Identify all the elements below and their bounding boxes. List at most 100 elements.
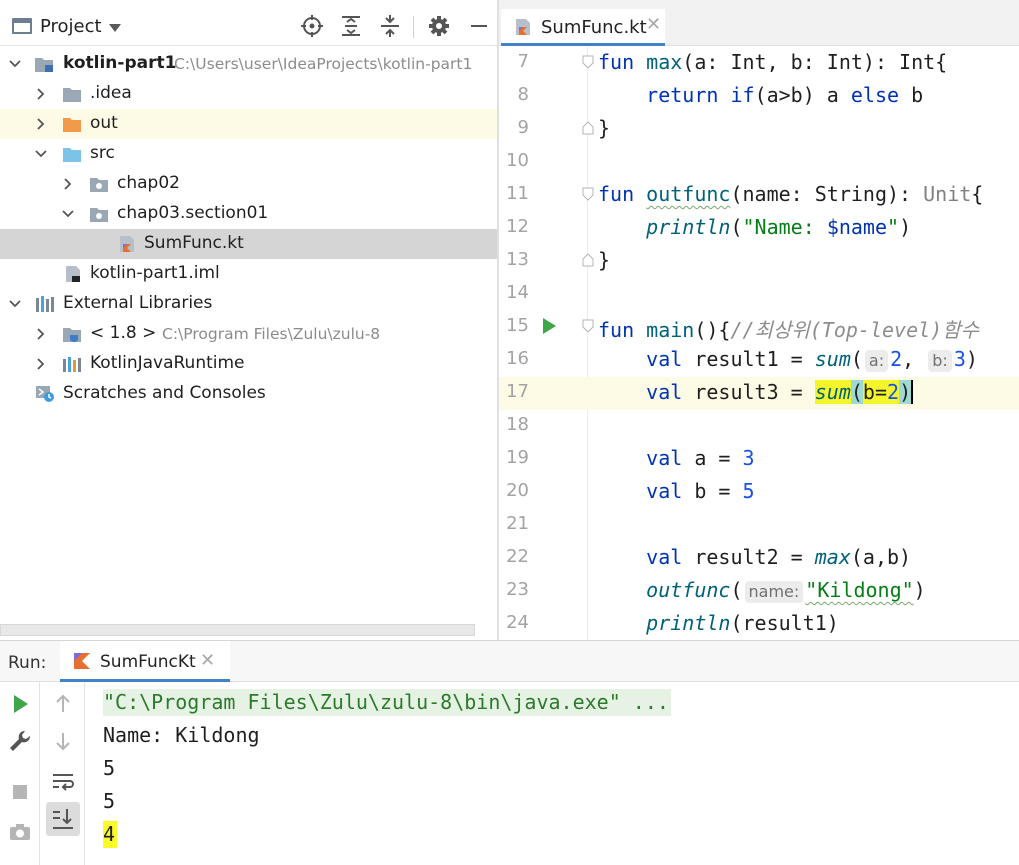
run-toolbar-primary	[0, 682, 40, 865]
code-text: }	[598, 248, 611, 272]
tree-item-scratches[interactable]: Scratches and Consoles	[0, 379, 497, 409]
tab-label: SumFunc.kt	[541, 17, 647, 38]
tree-item-kotlin-part1[interactable]: kotlin-part1 C:\Users\user\IdeaProjects\…	[0, 49, 497, 79]
chevron-right-icon[interactable]	[33, 326, 49, 342]
code-line[interactable]: 18	[499, 410, 1019, 443]
arrow-down-icon[interactable]	[48, 726, 78, 756]
chevron-down-icon[interactable]	[7, 56, 23, 72]
code-line[interactable]: 19 val a = 3	[499, 443, 1019, 476]
line-number: 20	[506, 480, 529, 501]
line-number: 17	[506, 381, 529, 402]
line-number: 7	[517, 51, 529, 72]
tree-label: out	[90, 113, 118, 133]
project-title[interactable]: Project	[40, 16, 102, 37]
code-line[interactable]: 11 fun outfunc(name: String): Unit{	[499, 179, 1019, 212]
line-number: 14	[506, 282, 529, 303]
close-icon[interactable]: ✕	[200, 650, 215, 671]
code-line[interactable]: 12 println("Name: $name")	[499, 212, 1019, 245]
close-icon[interactable]: ✕	[646, 14, 661, 35]
tree-label: < 1.8 >	[90, 323, 157, 343]
line-number: 9	[517, 117, 529, 138]
line-number: 24	[506, 612, 529, 633]
editor-tab-sumfunc[interactable]: SumFunc.kt ✕	[501, 9, 665, 46]
code-line[interactable]: 14	[499, 278, 1019, 311]
code-text: val result3 = sum(b=2)	[646, 380, 914, 404]
code-text: println(result1)	[646, 611, 839, 635]
minimize-icon[interactable]	[467, 14, 491, 38]
code-line-current[interactable]: 17 val result3 = sum(b=2)	[499, 377, 1019, 410]
code-line[interactable]: 8 return if(a>b) a else b	[499, 80, 1019, 113]
camera-icon[interactable]	[5, 817, 35, 847]
console-line: "C:\Program Files\Zulu\zulu-8\bin\java.e…	[103, 686, 671, 719]
line-number: 10	[506, 150, 529, 171]
chevron-right-icon[interactable]	[33, 86, 49, 102]
code-line[interactable]: 9 }	[499, 113, 1019, 146]
console-output[interactable]: "C:\Program Files\Zulu\zulu-8\bin\java.e…	[103, 686, 671, 851]
horizontal-scrollbar[interactable]	[0, 624, 475, 636]
tree-label: SumFunc.kt	[144, 233, 244, 253]
code-line[interactable]: 10	[499, 146, 1019, 179]
module-folder-icon	[34, 55, 54, 73]
soft-wrap-icon[interactable]	[48, 766, 78, 796]
tree-item-kotlin-java-runtime[interactable]: KotlinJavaRuntime	[0, 349, 497, 379]
header-divider	[413, 16, 414, 38]
run-gutter-icon[interactable]	[543, 318, 556, 334]
fold-icon[interactable]	[581, 186, 595, 202]
code-line[interactable]: 21	[499, 509, 1019, 542]
run-tab-sumfunckt[interactable]: SumFuncKt ✕	[60, 641, 230, 682]
code-text: fun max(a: Int, b: Int): Int{	[598, 50, 948, 74]
code-line[interactable]: 7 fun max(a: Int, b: Int): Int{	[499, 47, 1019, 80]
code-line[interactable]: 16 val result1 = sum(a: 2, b: 3)	[499, 344, 1019, 377]
package-icon	[89, 175, 109, 193]
code-text: fun main(){//최상위(Top-level)함수	[598, 318, 980, 342]
chevron-down-icon[interactable]	[7, 296, 23, 312]
gear-icon[interactable]	[427, 14, 451, 38]
chevron-down-icon[interactable]	[33, 146, 49, 162]
tree-item-src[interactable]: src	[0, 139, 497, 169]
fold-icon[interactable]	[581, 252, 595, 268]
line-number: 19	[506, 447, 529, 468]
line-number: 15	[506, 315, 529, 336]
chevron-right-icon[interactable]	[33, 116, 49, 132]
console-line: Name: Kildong	[103, 723, 260, 747]
kotlin-file-icon	[117, 235, 137, 253]
code-line[interactable]: 20 val b = 5	[499, 476, 1019, 509]
scratches-icon	[35, 385, 55, 403]
tree-label: Scratches and Consoles	[63, 383, 266, 403]
kotlin-file-icon	[513, 17, 533, 42]
expand-all-icon[interactable]	[339, 14, 363, 38]
tree-item-external-libraries[interactable]: External Libraries	[0, 289, 497, 319]
code-line[interactable]: 23 outfunc(name: "Kildong")	[499, 575, 1019, 608]
chevron-right-icon[interactable]	[33, 356, 49, 372]
code-line[interactable]: 13 }	[499, 245, 1019, 278]
tree-item-chap02[interactable]: chap02	[0, 169, 497, 199]
wrench-icon[interactable]	[5, 726, 35, 756]
fold-icon[interactable]	[581, 54, 595, 70]
fold-icon[interactable]	[581, 120, 595, 136]
code-line[interactable]: 24 println(result1)	[499, 608, 1019, 640]
tree-item-idea[interactable]: .idea	[0, 79, 497, 109]
collapse-all-icon[interactable]	[378, 14, 402, 38]
arrow-up-icon[interactable]	[48, 689, 78, 719]
tree-label: kotlin-part1	[63, 53, 177, 73]
code-line[interactable]: 22 val result2 = max(a,b)	[499, 542, 1019, 575]
chevron-down-icon[interactable]	[60, 206, 76, 222]
stop-icon[interactable]	[5, 777, 35, 807]
tree-item-jdk[interactable]: < 1.8 > C:\Program Files\Zulu\zulu-8	[0, 319, 497, 349]
locate-icon[interactable]	[300, 14, 324, 38]
chevron-right-icon[interactable]	[60, 176, 76, 192]
tree-item-iml[interactable]: kotlin-part1.iml	[0, 259, 497, 289]
fold-icon[interactable]	[581, 318, 595, 334]
rerun-icon[interactable]	[5, 689, 35, 719]
code-text: val result2 = max(a,b)	[646, 545, 912, 569]
parameter-hint: name:	[744, 581, 804, 603]
tree-item-chap03-section01[interactable]: chap03.section01	[0, 199, 497, 229]
chevron-down-icon[interactable]	[109, 24, 121, 32]
scroll-to-end-icon[interactable]	[46, 802, 80, 836]
line-number: 8	[517, 84, 529, 105]
code-line[interactable]: 15 fun main(){//최상위(Top-level)함수	[499, 311, 1019, 344]
tree-item-sumfunc-kt[interactable]: SumFunc.kt	[0, 229, 497, 259]
line-number: 22	[506, 546, 529, 567]
tree-item-out[interactable]: out	[0, 109, 497, 139]
line-number: 11	[506, 183, 529, 204]
